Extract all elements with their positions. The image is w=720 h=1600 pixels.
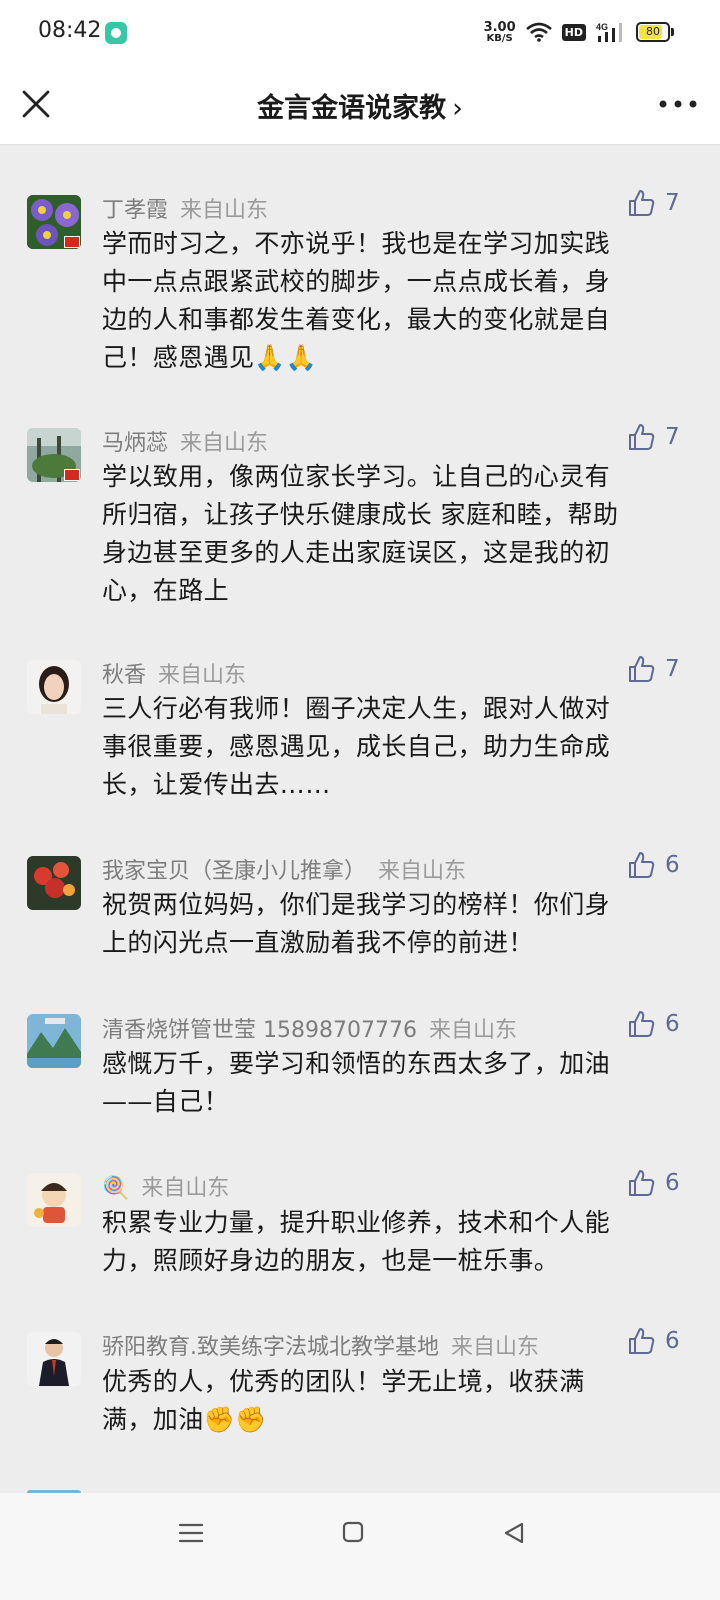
comment-location: 来自山东 bbox=[180, 198, 269, 223]
page-title[interactable]: 金言金语说家教 › bbox=[150, 86, 570, 125]
comment-header: 骄阳教育.致美练字法城北教学基地 来自山东 bbox=[102, 1329, 539, 1361]
thumbs-up-icon bbox=[629, 1011, 655, 1037]
page-title-text: 金言金语说家教 bbox=[257, 93, 447, 124]
menu-icon[interactable] bbox=[178, 1521, 204, 1545]
comment-text: 三人行必有我师！圈子决定人生，跟对人做对 事很重要，感恩遇见，成长自己，助力生命… bbox=[102, 694, 611, 799]
svg-text:4G: 4G bbox=[596, 22, 608, 32]
comment-header: 马炳蕊 来自山东 bbox=[102, 425, 268, 457]
status-bar: 08:42 3.00 KB/S HD 4G 80 bbox=[0, 0, 720, 64]
hd-badge: HD bbox=[561, 23, 586, 41]
commenter-name[interactable]: 马炳蕊 bbox=[102, 431, 168, 456]
comment-text: 祝贺两位妈妈，你们是我学习的榜样！你们身 上的闪光点一直激励着我不停的前进！ bbox=[102, 890, 611, 957]
like-button[interactable]: 6 bbox=[627, 1327, 680, 1355]
comment-location: 来自山东 bbox=[158, 663, 247, 688]
like-button[interactable]: 6 bbox=[627, 851, 680, 879]
comment-text: 优秀的人，优秀的团队！学无止境，收获满 满，加油✊✊ bbox=[102, 1367, 585, 1434]
like-count: 7 bbox=[665, 190, 680, 216]
flag-icon bbox=[64, 469, 80, 481]
thumbs-up-icon bbox=[629, 852, 655, 878]
commenter-name[interactable]: 清香烧饼管世莹 15898707776 bbox=[102, 1018, 417, 1043]
like-count: 7 bbox=[665, 424, 680, 450]
avatar-portrait-image bbox=[27, 660, 81, 714]
signal-icon: 4G bbox=[596, 22, 622, 42]
nav-bar: 金言金语说家教 › bbox=[0, 64, 720, 145]
like-button[interactable]: 7 bbox=[627, 655, 680, 683]
avatar[interactable] bbox=[27, 195, 81, 249]
like-button[interactable]: 7 bbox=[627, 423, 680, 451]
like-button[interactable]: 6 bbox=[627, 1169, 680, 1197]
comment-location: 来自山东 bbox=[378, 859, 467, 884]
status-time: 08:42 bbox=[38, 18, 102, 43]
avatar-cartoon-image bbox=[27, 1173, 81, 1227]
comment-header: 清香烧饼管世莹 15898707776 来自山东 bbox=[102, 1012, 517, 1044]
commenter-name[interactable]: 丁孝霞 bbox=[102, 198, 168, 223]
system-nav-bar bbox=[0, 1493, 720, 1600]
like-button[interactable]: 6 bbox=[627, 1010, 680, 1038]
avatar[interactable] bbox=[27, 428, 81, 482]
comment-text: 学而时习之，不亦说乎！我也是在学习加实践 中一点点跟紧武校的脚步，一点点成长着，… bbox=[102, 229, 611, 372]
wifi-icon bbox=[525, 22, 552, 42]
like-count: 6 bbox=[665, 1170, 680, 1196]
thumbs-up-icon bbox=[629, 190, 655, 216]
network-speed: 3.00 KB/S bbox=[483, 19, 516, 44]
avatar-flower-bouquet-image bbox=[27, 856, 81, 910]
avatar-man-in-suit-image bbox=[27, 1332, 81, 1386]
like-button[interactable]: 7 bbox=[627, 189, 680, 217]
avatar-landscape-image bbox=[27, 1014, 81, 1068]
comment-location: 来自山东 bbox=[428, 1018, 517, 1043]
status-indicators: 3.00 KB/S HD 4G 80 bbox=[483, 18, 674, 46]
avatar[interactable] bbox=[27, 1173, 81, 1227]
comment-header: 秋香 来自山东 bbox=[102, 657, 246, 689]
triangle-back-icon[interactable] bbox=[502, 1521, 526, 1545]
wechat-notification-icon bbox=[105, 22, 127, 44]
thumbs-up-icon bbox=[629, 424, 655, 450]
comment-text: 积累专业力量，提升职业修养，技术和个人能 力，照顾好身边的朋友，也是一桩乐事。 bbox=[102, 1208, 611, 1275]
flag-icon bbox=[64, 236, 80, 248]
like-count: 6 bbox=[665, 852, 680, 878]
chevron-right-icon: › bbox=[452, 93, 463, 124]
like-count: 7 bbox=[665, 656, 680, 682]
comment-location: 来自山东 bbox=[141, 1176, 230, 1201]
comment-text: 学以致用，像两位家长学习。让自己的心灵有 所归宿，让孩子快乐健康成长 家庭和睦，… bbox=[102, 462, 619, 605]
close-icon[interactable] bbox=[18, 86, 54, 122]
battery-icon: 80 bbox=[636, 22, 674, 42]
thumbs-up-icon bbox=[629, 1328, 655, 1354]
comment-header: 🍭 来自山东 bbox=[102, 1170, 229, 1202]
more-icon[interactable] bbox=[656, 92, 700, 116]
comment-text: 感慨万千，要学习和领悟的东西太多了，加油 ——自己！ bbox=[102, 1049, 611, 1116]
avatar[interactable] bbox=[27, 1332, 81, 1386]
comment-header: 丁孝霞 来自山东 bbox=[102, 192, 268, 224]
commenter-name[interactable]: 🍭 bbox=[102, 1176, 129, 1201]
avatar[interactable] bbox=[27, 660, 81, 714]
like-count: 6 bbox=[665, 1011, 680, 1037]
thumbs-up-icon bbox=[629, 656, 655, 682]
commenter-name[interactable]: 秋香 bbox=[102, 663, 146, 688]
commenter-name[interactable]: 骄阳教育.致美练字法城北教学基地 bbox=[102, 1335, 439, 1360]
like-count: 6 bbox=[665, 1328, 680, 1354]
square-home-icon[interactable] bbox=[342, 1521, 364, 1543]
comment-location: 来自山东 bbox=[180, 431, 269, 456]
commenter-name[interactable]: 我家宝贝（圣康小儿推拿） bbox=[102, 859, 366, 884]
thumbs-up-icon bbox=[629, 1170, 655, 1196]
avatar[interactable] bbox=[27, 856, 81, 910]
comment-header: 我家宝贝（圣康小儿推拿） 来自山东 bbox=[102, 853, 466, 885]
avatar[interactable] bbox=[27, 1014, 81, 1068]
comment-location: 来自山东 bbox=[451, 1335, 540, 1360]
